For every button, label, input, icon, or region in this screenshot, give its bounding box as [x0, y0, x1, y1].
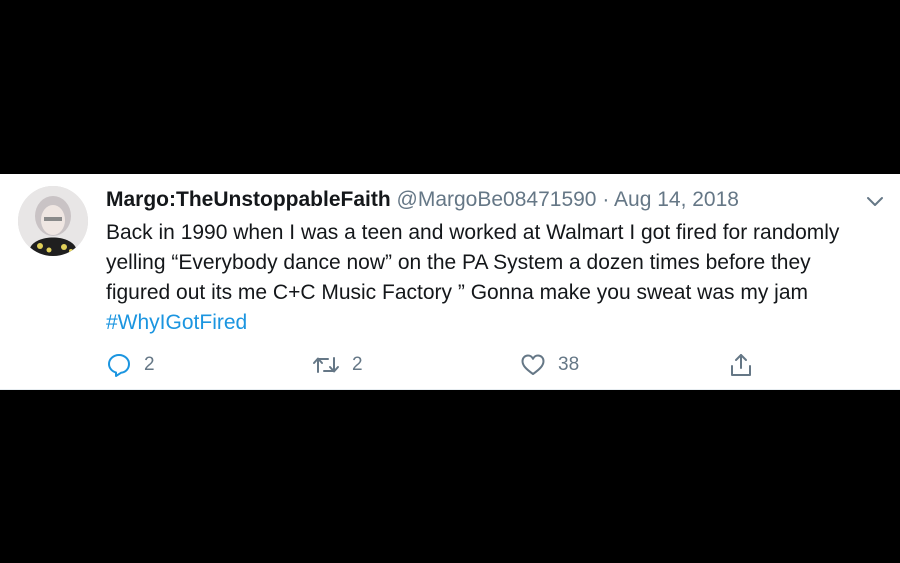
chevron-down-icon[interactable] — [864, 190, 886, 212]
share-icon — [731, 354, 751, 376]
tweet-timestamp[interactable]: Aug 14, 2018 — [614, 188, 739, 211]
reply-icon — [108, 354, 130, 377]
tweet-text: Back in 1990 when I was a teen and worke… — [106, 218, 866, 338]
avatar-image — [18, 186, 88, 256]
reply-count: 2 — [144, 354, 155, 375]
display-name[interactable]: Margo:TheUnstoppableFaith — [106, 188, 391, 211]
retweet-count: 2 — [352, 354, 363, 375]
retweet-button[interactable]: 2 — [312, 352, 363, 378]
heart-icon — [521, 354, 545, 375]
user-handle[interactable]: @MargoBe08471590 — [397, 188, 597, 211]
avatar[interactable] — [18, 186, 88, 256]
hashtag-link[interactable]: #WhyIGotFired — [106, 311, 247, 334]
tweet-actions: 2 2 38 — [106, 352, 786, 382]
like-count: 38 — [558, 354, 580, 375]
tweet-text-content: Back in 1990 when I was a teen and worke… — [106, 221, 840, 304]
header-separator: · — [602, 188, 610, 211]
like-button[interactable]: 38 — [520, 352, 579, 378]
tweet-card[interactable]: Margo:TheUnstoppableFaith @MargoBe084715… — [0, 174, 900, 390]
screenshot-stage: Margo:TheUnstoppableFaith @MargoBe084715… — [0, 0, 900, 563]
tweet-header: Margo:TheUnstoppableFaith @MargoBe084715… — [106, 184, 866, 216]
share-button[interactable] — [728, 352, 754, 378]
retweet-icon — [313, 357, 339, 373]
reply-button[interactable]: 2 — [106, 352, 155, 378]
tweet-body: Margo:TheUnstoppableFaith @MargoBe084715… — [106, 184, 866, 338]
